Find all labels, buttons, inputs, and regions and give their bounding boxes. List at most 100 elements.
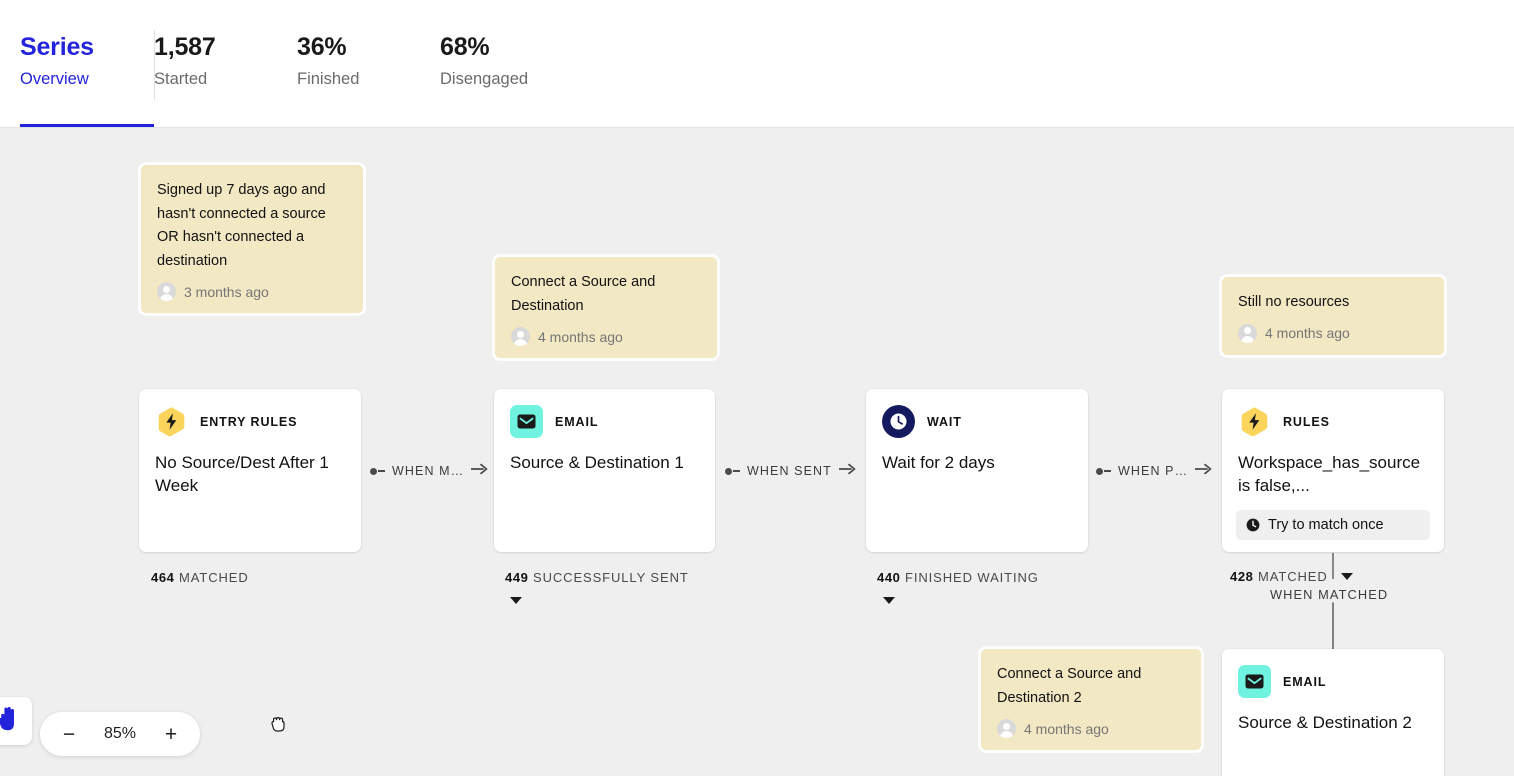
- sticky-note-rules[interactable]: Still no resources 4 months ago: [1222, 277, 1444, 355]
- step-card-entry-rules[interactable]: ENTRY RULES No Source/Dest After 1 Week: [139, 389, 361, 552]
- tab-started-value: 1,587: [154, 30, 297, 64]
- tab-finished[interactable]: 36% Finished: [297, 30, 440, 94]
- tab-started[interactable]: 1,587 Started: [154, 30, 297, 94]
- sticky-note-text: Still no resources: [1238, 291, 1428, 315]
- step-stat-email-1: 449 SUCCESSFULLY SENT: [505, 570, 689, 585]
- step-stat-count: 464: [151, 570, 175, 585]
- step-card-header: RULES: [1222, 389, 1444, 438]
- step-card-email-2[interactable]: EMAIL Source & Destination 2: [1222, 649, 1444, 776]
- arrow-right-icon: [839, 462, 856, 480]
- zoom-out-button[interactable]: −: [60, 724, 78, 745]
- lightning-hexagon-icon: [155, 405, 188, 438]
- sticky-note-time: 3 months ago: [184, 284, 269, 300]
- step-stat-wait: 440 FINISHED WAITING: [877, 570, 1039, 585]
- zoom-in-button[interactable]: +: [162, 724, 180, 745]
- sticky-note-meta: 4 months ago: [1238, 324, 1428, 343]
- sticky-note-meta: 4 months ago: [997, 719, 1185, 738]
- step-title: Workspace_has_source is false,...: [1222, 438, 1444, 497]
- tab-started-label: Started: [154, 64, 297, 94]
- step-stat-label: MATCHED: [179, 570, 249, 585]
- connector-when-matched-1[interactable]: WHEN M…: [370, 463, 488, 479]
- envelope-icon: [510, 405, 543, 438]
- step-stat-count: 449: [505, 570, 529, 585]
- tab-series-value: Series: [20, 30, 154, 64]
- step-expand-caret-email-1[interactable]: [510, 597, 522, 604]
- arrow-right-icon: [1195, 462, 1212, 480]
- step-card-rules[interactable]: RULES Workspace_has_source is false,... …: [1222, 389, 1444, 552]
- tab-finished-value: 36%: [297, 30, 440, 64]
- avatar: [157, 282, 176, 301]
- lightning-hexagon-icon: [1238, 405, 1271, 438]
- sticky-note-time: 4 months ago: [1024, 721, 1109, 737]
- step-stat-label: FINISHED WAITING: [905, 570, 1039, 585]
- sticky-note-meta: 3 months ago: [157, 282, 347, 301]
- avatar: [1238, 324, 1257, 343]
- step-title: Source & Destination 2: [1222, 698, 1444, 734]
- sticky-note-text: Signed up 7 days ago and hasn't connecte…: [157, 179, 347, 273]
- step-type-label: EMAIL: [555, 415, 598, 429]
- tabs-divider: [154, 30, 155, 100]
- step-card-email-1[interactable]: EMAIL Source & Destination 1: [494, 389, 715, 552]
- tab-disengaged[interactable]: 68% Disengaged: [440, 30, 583, 94]
- tab-finished-label: Finished: [297, 64, 440, 94]
- sticky-note-entry[interactable]: Signed up 7 days ago and hasn't connecte…: [141, 165, 363, 313]
- connector-line: [378, 470, 385, 472]
- envelope-icon: [1238, 665, 1271, 698]
- sticky-note-email-1[interactable]: Connect a Source and Destination 4 month…: [495, 257, 717, 358]
- series-flow-canvas[interactable]: Signed up 7 days ago and hasn't connecte…: [0, 129, 1514, 776]
- pan-hand-icon: [0, 706, 20, 737]
- active-tab-underline: [20, 124, 154, 127]
- connector-when-performed[interactable]: WHEN P…: [1096, 463, 1212, 479]
- sticky-note-meta: 4 months ago: [511, 327, 701, 346]
- metric-tabs: Series Overview 1,587 Started 36% Finish…: [20, 30, 583, 94]
- page-header: Series Overview 1,587 Started 36% Finish…: [0, 0, 1514, 128]
- step-stat-count: 428: [1230, 569, 1254, 584]
- tab-disengaged-label: Disengaged: [440, 64, 583, 94]
- connector-dot-icon: [725, 468, 732, 475]
- sticky-note-email-2[interactable]: Connect a Source and Destination 2 4 mon…: [981, 649, 1201, 750]
- step-title: Source & Destination 1: [494, 438, 715, 474]
- step-title: Wait for 2 days: [866, 438, 1088, 474]
- connector-dot-icon: [370, 468, 377, 475]
- step-stat-count: 440: [877, 570, 901, 585]
- step-type-label: RULES: [1283, 415, 1330, 429]
- step-stat-rules: 428 MATCHED: [1230, 569, 1328, 584]
- arrow-right-icon: [471, 462, 488, 480]
- avatar: [997, 719, 1016, 738]
- step-chip-label: Try to match once: [1268, 517, 1384, 533]
- pan-tool-button[interactable]: [0, 697, 32, 745]
- tab-disengaged-value: 68%: [440, 30, 583, 64]
- sticky-note-time: 4 months ago: [1265, 325, 1350, 341]
- zoom-control[interactable]: − 85% +: [40, 712, 200, 756]
- series-overview-page: Series Overview 1,587 Started 36% Finish…: [0, 0, 1514, 776]
- connector-line: [733, 470, 740, 472]
- step-card-wait[interactable]: WAIT Wait for 2 days: [866, 389, 1088, 552]
- step-expand-caret-wait[interactable]: [883, 597, 895, 604]
- connector-label: WHEN P…: [1118, 464, 1188, 478]
- step-type-label: EMAIL: [1283, 675, 1326, 689]
- step-stat-entry-rules: 464 MATCHED: [151, 570, 249, 585]
- zoom-level-value: 85%: [104, 725, 136, 743]
- step-card-header: EMAIL: [494, 389, 715, 438]
- step-card-header: EMAIL: [1222, 649, 1444, 698]
- step-title: No Source/Dest After 1 Week: [139, 438, 361, 497]
- avatar: [511, 327, 530, 346]
- sticky-note-text: Connect a Source and Destination 2: [997, 663, 1185, 710]
- connector-line: [1104, 470, 1111, 472]
- sticky-note-text: Connect a Source and Destination: [511, 271, 701, 318]
- connector-label: WHEN SENT: [747, 464, 832, 478]
- step-stat-label: SUCCESSFULLY SENT: [533, 570, 689, 585]
- connector-when-sent[interactable]: WHEN SENT: [725, 463, 856, 479]
- step-type-label: WAIT: [927, 415, 962, 429]
- tab-series-label: Overview: [20, 64, 154, 94]
- sticky-note-time: 4 months ago: [538, 329, 623, 345]
- step-chip-try-to-match-once: Try to match once: [1236, 510, 1430, 540]
- step-expand-caret-rules[interactable]: [1341, 573, 1353, 580]
- connector-label: WHEN M…: [392, 464, 464, 478]
- grab-hand-cursor-icon: [268, 712, 290, 734]
- clock-icon: [1246, 518, 1260, 532]
- connector-label-when-matched: WHEN MATCHED: [1270, 587, 1388, 602]
- tab-series-overview[interactable]: Series Overview: [20, 30, 154, 94]
- connector-dot-icon: [1096, 468, 1103, 475]
- step-type-label: ENTRY RULES: [200, 415, 297, 429]
